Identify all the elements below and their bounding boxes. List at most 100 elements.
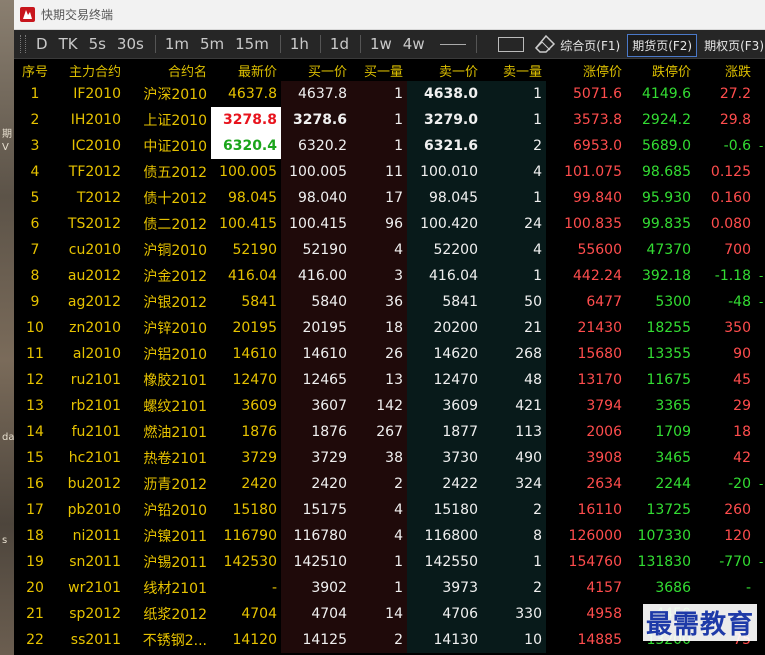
cell-up: 101.075 (564, 164, 622, 180)
table-row[interactable]: 16 bu2012 沥青2012 2420 2420 2 2422 324 2634 2244 -2… (14, 471, 765, 497)
table-row[interactable]: 12 ru2101 橡胶2101 12470 12465 13 12470 48 13170 11… (14, 367, 765, 393)
table-row[interactable]: 8 au2012 沪金2012 416.04 416.00 3 416.04 1 442.24 3… (14, 263, 765, 289)
period-button[interactable]: 30s (117, 35, 144, 53)
table-row[interactable]: 7 cu2010 沪铜2010 52190 52190 4 52200 4 55600 47370… (14, 237, 765, 263)
cell-name: 螺纹2101 (143, 399, 207, 415)
cell-code: rb2101 (70, 398, 121, 414)
column-header[interactable]: 买一价 (281, 59, 351, 81)
table-row[interactable]: 9 ag2012 沪银2012 5841 5840 36 5841 50 6477 5300 -48… (14, 289, 765, 315)
cell-chg: 18 (733, 424, 751, 440)
cell-name: 债二2012 (143, 217, 207, 233)
table-row[interactable]: 5 T2012 债十2012 98.045 98.040 17 98.045 1 99.840 9… (14, 185, 765, 211)
table-row[interactable]: 1 IF2010 沪深2010 4637.8 4637.8 1 4638.0 1 5071.6 4… (14, 81, 765, 107)
toolbar-divider (154, 35, 156, 53)
cell-last: - (271, 580, 277, 596)
cell-bid: 4704 (281, 601, 351, 627)
cell-down: 13725 (646, 502, 691, 518)
desktop-label: V (2, 142, 9, 153)
cell-name: 沪锡2011 (143, 555, 207, 571)
cell-last: 2420 (241, 476, 277, 492)
cell-down: 47370 (646, 242, 691, 258)
table-row[interactable]: 20 wr2101 线材2101-3902 1 3973 2 4157 3686- (14, 575, 765, 601)
table-row[interactable]: 11 al2010 沪铝2010 14610 14610 26 14620 268 15680 1… (14, 341, 765, 367)
table-row[interactable]: 4 TF2012 债五2012 100.005 100.005 11 100.010 4 101… (14, 159, 765, 185)
cell-askv: 324 (482, 471, 546, 497)
table-row[interactable]: 10 zn2010 沪锌2010 20195 20195 18 20200 21 21430 18… (14, 315, 765, 341)
cell-up: 126000 (568, 528, 622, 544)
period-button[interactable]: 15m (235, 35, 269, 53)
cell-chg: 0.160 (710, 190, 751, 206)
rectangle-tool-icon[interactable] (497, 36, 524, 52)
table-row[interactable]: 2 IH2010 上证2010 3278.8 3278.6 1 3279.0 1 3573.8 2… (14, 107, 765, 133)
cell-name: 燃油2101 (143, 425, 207, 441)
cell-askv: 490 (482, 445, 546, 471)
cell-up: 5071.6 (573, 86, 622, 102)
column-header[interactable]: 卖一价 (407, 59, 482, 81)
cell-last: 5841 (241, 294, 277, 310)
table-row[interactable]: 13 rb2101 螺纹2101 3609 3607 142 3609 421 3794 3365… (14, 393, 765, 419)
cell-chg: 260 (724, 502, 751, 518)
column-header[interactable]: 合约名 (125, 59, 211, 81)
cell-askv: 330 (482, 601, 546, 627)
period-button[interactable]: 1m (165, 35, 189, 53)
tab-futures[interactable]: 期货页(F2) (627, 34, 698, 57)
cell-last: 100.415 (219, 216, 277, 232)
period-button[interactable]: D (36, 35, 48, 53)
line-tool-icon[interactable] (439, 43, 466, 45)
cell-idx: 6 (30, 216, 40, 232)
cell-bid: 3278.6 (281, 107, 351, 133)
cell-ask: 4638.0 (407, 81, 482, 107)
cell-ask: 6321.6 (407, 133, 482, 159)
column-header[interactable]: 卖一量 (482, 59, 546, 81)
table-row[interactable]: 14 fu2101 燃油2101 1876 1876 267 1877 113 2006 1709… (14, 419, 765, 445)
tab-overview[interactable]: 综合页(F1) (555, 34, 625, 57)
period-button[interactable]: TK (59, 35, 78, 53)
table-row[interactable]: 17 pb2010 沪铅2010 15180 15175 4 15180 2 16110 1372… (14, 497, 765, 523)
table-row[interactable]: 6 TS2012 债二2012 100.415 100.415 96 100.420 24 10… (14, 211, 765, 237)
table-row[interactable]: 15 hc2101 热卷2101 3729 3729 38 3730 490 3908 3465 4… (14, 445, 765, 471)
cell-up: 3794 (586, 398, 622, 414)
cell-ask: 3730 (407, 445, 482, 471)
period-button[interactable]: 5s (89, 35, 106, 53)
period-button[interactable]: 1w (370, 35, 392, 53)
toolbar-divider (475, 35, 477, 53)
cell-extra (755, 341, 765, 367)
column-header[interactable]: 主力合约 (56, 59, 125, 81)
cell-name: 中证2010 (143, 139, 207, 155)
cell-last: 416.04 (228, 268, 277, 284)
cell-up: 154760 (568, 554, 622, 570)
cell-extra (755, 315, 765, 341)
cell-ask: 1877 (407, 419, 482, 445)
period-button[interactable]: 1d (330, 35, 349, 53)
period-button[interactable]: 4w (403, 35, 425, 53)
cell-up: 21430 (577, 320, 622, 336)
cell-up: 14885 (577, 632, 622, 648)
cell-code: IF2010 (73, 86, 121, 102)
table-row[interactable]: 3 IC2010 中证2010 6320.4 6320.2 1 6321.6 2 6953.0 5… (14, 133, 765, 159)
column-header[interactable]: 序号 (14, 59, 56, 81)
toolbar-grip-icon[interactable] (20, 35, 26, 53)
cell-idx: 18 (26, 528, 44, 544)
period-button[interactable]: 5m (200, 35, 224, 53)
title-bar[interactable]: 快期交易终端 (14, 0, 765, 30)
chart-toolbar: D TK 5s 30s 1m 5m 15m 1h 1d 1w 4w 综合页(F1… (14, 30, 765, 59)
cell-down: 11675 (646, 372, 691, 388)
cell-idx: 17 (26, 502, 44, 518)
cell-extra (755, 445, 765, 471)
table-row[interactable]: 19 sn2011 沪锡2011 142530 142510 1 142550 1 154760… (14, 549, 765, 575)
table-row[interactable]: 18 ni2011 沪镍2011 116790 116780 4 116800 8 126000… (14, 523, 765, 549)
column-header[interactable]: 最新价 (211, 59, 281, 81)
column-header[interactable]: 涨跌 (695, 59, 755, 81)
cell-chg: 42 (733, 450, 751, 466)
column-header[interactable]: 买一量 (351, 59, 407, 81)
tab-options[interactable]: 期权页(F3) (699, 34, 765, 57)
cell-bidv: 36 (351, 289, 407, 315)
cell-last: 3609 (241, 398, 277, 414)
column-header[interactable]: 跌停价 (626, 59, 695, 81)
period-button[interactable]: 1h (290, 35, 309, 53)
cell-name: 不锈钢2... (142, 633, 207, 649)
cell-idx: 7 (30, 242, 40, 258)
column-header[interactable]: 涨停价 (546, 59, 626, 81)
cell-extra (755, 575, 765, 601)
cell-extra (755, 497, 765, 523)
